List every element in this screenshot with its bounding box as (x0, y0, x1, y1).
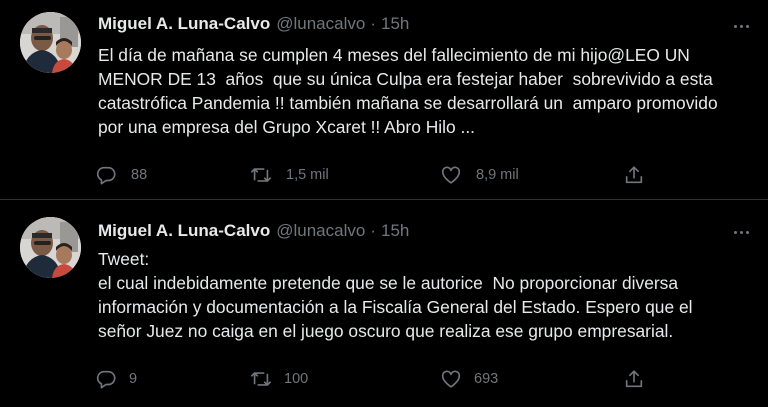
avatar-photo (20, 12, 81, 73)
tweet[interactable]: Miguel A. Luna-Calvo @lunacalvo · 15h Tw… (0, 199, 768, 407)
separator-dot: · (370, 14, 376, 33)
reply-icon (96, 166, 116, 185)
like-button[interactable]: 8,9 mil (440, 160, 519, 190)
reply-count: 9 (129, 371, 138, 387)
retweet-count: 100 (284, 371, 309, 387)
more-icon[interactable] (728, 17, 754, 35)
author-handle[interactable]: @lunacalvo (276, 221, 365, 241)
tweet-actions: 9 100 693 (95, 364, 665, 394)
avatar-photo (20, 217, 81, 278)
author-handle[interactable]: @lunacalvo (276, 14, 365, 34)
tweet-actions: 88 1,5 mil 8,9 mil (95, 160, 665, 190)
timestamp[interactable]: 15h (381, 221, 409, 241)
tweet-header: Miguel A. Luna-Calvo @lunacalvo · 15h (98, 219, 409, 243)
separator-dot: · (370, 221, 376, 240)
heart-icon (441, 370, 461, 388)
like-count: 8,9 mil (476, 167, 519, 183)
retweet-count: 1,5 mil (286, 167, 329, 183)
timeline: Miguel A. Luna-Calvo @lunacalvo · 15h El… (0, 0, 768, 407)
share-button[interactable] (623, 364, 645, 394)
retweet-button[interactable]: 100 (250, 364, 308, 394)
tweet-header: Miguel A. Luna-Calvo @lunacalvo · 15h (98, 12, 409, 36)
like-count: 693 (474, 371, 499, 387)
reply-icon (96, 370, 116, 389)
reply-button[interactable]: 9 (95, 364, 137, 394)
retweet-icon (251, 168, 271, 182)
retweet-icon (251, 372, 271, 386)
share-icon (625, 166, 643, 184)
author-name[interactable]: Miguel A. Luna-Calvo (98, 221, 270, 241)
reply-count: 88 (131, 167, 148, 183)
tweet-text: El día de mañana se cumplen 4 meses del … (98, 45, 723, 137)
tweet[interactable]: Miguel A. Luna-Calvo @lunacalvo · 15h El… (0, 0, 768, 199)
reply-button[interactable]: 88 (95, 160, 147, 190)
share-icon (625, 370, 643, 388)
like-button[interactable]: 693 (440, 364, 498, 394)
author-name[interactable]: Miguel A. Luna-Calvo (98, 14, 270, 34)
avatar[interactable] (20, 12, 81, 73)
retweet-button[interactable]: 1,5 mil (250, 160, 329, 190)
share-button[interactable] (623, 160, 645, 190)
timestamp[interactable]: 15h (381, 14, 409, 34)
tweet-text: Tweet: el cual indebidamente pretende qu… (98, 249, 693, 341)
avatar[interactable] (20, 217, 81, 278)
more-icon[interactable] (728, 223, 754, 241)
heart-icon (441, 166, 461, 184)
